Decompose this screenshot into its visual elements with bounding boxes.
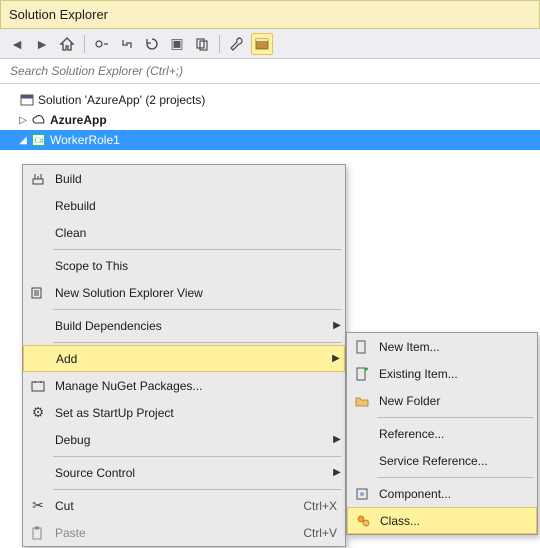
back-icon[interactable]: ◄ <box>6 33 28 55</box>
menu-label: Existing Item... <box>377 367 537 381</box>
csharp-project-icon: C# <box>30 132 48 148</box>
menu-label: Class... <box>378 514 536 528</box>
toolbar-separator <box>84 35 85 53</box>
preview-icon[interactable] <box>251 33 273 55</box>
menu-source-control[interactable]: Source Control ▶ <box>23 459 345 486</box>
menu-reference[interactable]: Reference... <box>347 420 537 447</box>
svg-text:C#: C# <box>34 136 43 145</box>
menu-rebuild[interactable]: Rebuild <box>23 192 345 219</box>
menu-label: New Folder <box>377 394 537 408</box>
submenu-arrow-icon: ▶ <box>329 467 345 478</box>
class-icon <box>348 513 378 529</box>
gear-icon: ⚙ <box>23 404 53 421</box>
menu-build[interactable]: Build <box>23 165 345 192</box>
menu-new-view[interactable]: New Solution Explorer View <box>23 279 345 306</box>
menu-label: Clean <box>53 226 345 240</box>
refresh-icon[interactable] <box>141 33 163 55</box>
menu-clean[interactable]: Clean <box>23 219 345 246</box>
menu-add[interactable]: Add ▶ <box>23 345 345 372</box>
cloud-icon <box>30 112 48 128</box>
build-icon <box>23 171 53 187</box>
panel-title: Solution Explorer <box>0 0 540 29</box>
menu-label: Manage NuGet Packages... <box>53 379 345 393</box>
menu-label: Rebuild <box>53 199 345 213</box>
menu-label: Build Dependencies <box>53 319 329 333</box>
menu-label: Debug <box>53 433 329 447</box>
forward-icon[interactable]: ► <box>31 33 53 55</box>
paste-icon <box>23 525 53 541</box>
existing-item-icon <box>347 366 377 382</box>
menu-existing-item[interactable]: Existing Item... <box>347 360 537 387</box>
folder-icon <box>347 393 377 409</box>
menu-label: Build <box>53 172 345 186</box>
menu-label: Reference... <box>377 427 537 441</box>
menu-scope[interactable]: Scope to This <box>23 252 345 279</box>
menu-label: Cut <box>53 499 303 513</box>
sync-icon[interactable] <box>116 33 138 55</box>
menu-label: New Item... <box>377 340 537 354</box>
component-icon <box>347 486 377 502</box>
menu-paste: Paste Ctrl+V <box>23 519 345 546</box>
project-context-menu: Build Rebuild Clean Scope to This New So… <box>22 164 346 547</box>
menu-component[interactable]: Component... <box>347 480 537 507</box>
solution-explorer-toolbar: ◄ ► ▣ <box>0 29 540 59</box>
menu-new-item[interactable]: New Item... <box>347 333 537 360</box>
menu-debug[interactable]: Debug ▶ <box>23 426 345 453</box>
submenu-arrow-icon: ▶ <box>329 320 345 331</box>
menu-build-deps[interactable]: Build Dependencies ▶ <box>23 312 345 339</box>
toolbar-separator <box>219 35 220 53</box>
show-all-files-icon[interactable] <box>191 33 213 55</box>
menu-label: Scope to This <box>53 259 345 273</box>
panel-title-text: Solution Explorer <box>9 7 108 22</box>
tree-label: WorkerRole1 <box>50 133 120 147</box>
menu-nuget[interactable]: Manage NuGet Packages... <box>23 372 345 399</box>
menu-label: Component... <box>377 487 537 501</box>
nuget-icon <box>23 378 53 394</box>
menu-new-folder[interactable]: New Folder <box>347 387 537 414</box>
pending-changes-icon[interactable] <box>91 33 113 55</box>
solution-icon <box>18 92 36 108</box>
new-item-icon <box>347 339 377 355</box>
menu-label: Source Control <box>53 466 329 480</box>
properties-icon[interactable] <box>226 33 248 55</box>
search-input[interactable] <box>8 59 532 83</box>
menu-shortcut: Ctrl+V <box>303 526 337 540</box>
search-box[interactable] <box>0 59 540 84</box>
menu-label: Service Reference... <box>377 454 537 468</box>
new-view-icon <box>23 285 53 301</box>
menu-shortcut: Ctrl+X <box>303 499 337 513</box>
menu-label: Add <box>54 352 328 366</box>
collapse-all-icon[interactable]: ▣ <box>166 33 188 55</box>
menu-label: New Solution Explorer View <box>53 286 345 300</box>
solution-node[interactable]: Solution 'AzureApp' (2 projects) <box>0 90 540 110</box>
tree-label: AzureApp <box>50 113 107 127</box>
project-node-azureapp[interactable]: ▷ AzureApp <box>0 110 540 130</box>
menu-service-reference[interactable]: Service Reference... <box>347 447 537 474</box>
menu-label: Set as StartUp Project <box>53 406 345 420</box>
add-submenu: New Item... Existing Item... New Folder … <box>346 332 538 535</box>
menu-class[interactable]: Class... <box>347 507 537 534</box>
expand-collapse-icon[interactable]: ◢ <box>16 135 30 146</box>
submenu-arrow-icon: ▶ <box>329 434 345 445</box>
project-node-workerrole1[interactable]: ◢ C# WorkerRole1 <box>0 130 540 150</box>
solution-tree: Solution 'AzureApp' (2 projects) ▷ Azure… <box>0 84 540 156</box>
submenu-arrow-icon: ▶ <box>328 353 344 364</box>
menu-startup[interactable]: ⚙ Set as StartUp Project <box>23 399 345 426</box>
menu-cut[interactable]: ✂ Cut Ctrl+X <box>23 492 345 519</box>
home-icon[interactable] <box>56 33 78 55</box>
tree-label: Solution 'AzureApp' (2 projects) <box>38 93 205 107</box>
menu-label: Paste <box>53 526 303 540</box>
cut-icon: ✂ <box>23 497 53 514</box>
expand-collapse-icon[interactable]: ▷ <box>16 115 30 126</box>
